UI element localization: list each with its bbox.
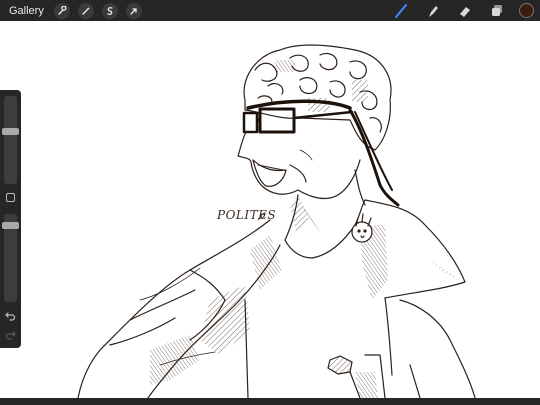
curly-hair: [243, 44, 392, 151]
color-swatch[interactable]: [519, 3, 534, 18]
eraser-icon[interactable]: [457, 3, 473, 19]
magic-wand-icon[interactable]: [77, 2, 94, 19]
character-drawing: [77, 44, 476, 398]
top-toolbar: Gallery: [0, 0, 540, 21]
bottom-bar: [0, 398, 540, 405]
leaf-icon: [257, 212, 266, 221]
right-tools: [377, 0, 534, 21]
wrench-icon[interactable]: [53, 2, 70, 19]
layers-icon[interactable]: [489, 3, 505, 19]
artist-signature: POLITES: [217, 208, 277, 222]
transform-arrow-icon[interactable]: [125, 2, 142, 19]
brush-icon[interactable]: [393, 3, 409, 19]
gallery-button[interactable]: Gallery: [9, 5, 44, 17]
selection-icon[interactable]: [101, 2, 118, 19]
smudge-icon[interactable]: [425, 3, 441, 19]
